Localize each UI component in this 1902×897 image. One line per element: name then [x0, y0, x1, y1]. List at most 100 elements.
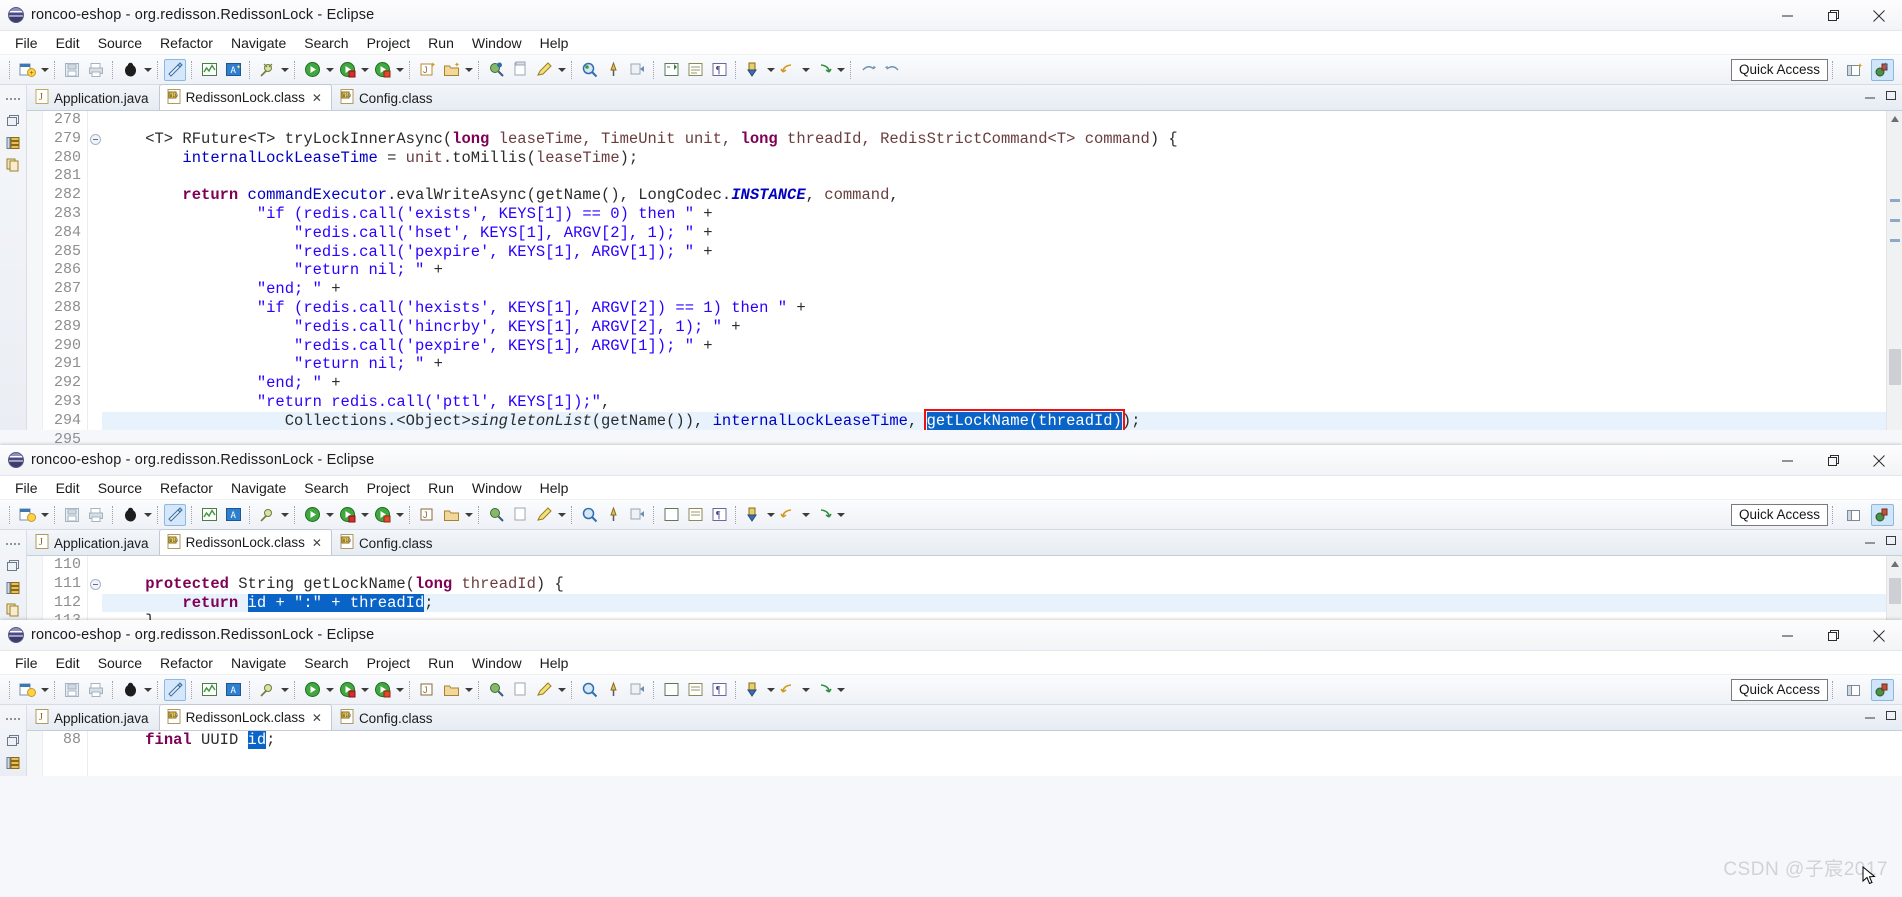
code-line[interactable]: "redis.call('pexpire', KEYS[1], ARGV[1])… — [102, 337, 1886, 356]
next-annotation-icon[interactable] — [626, 679, 648, 701]
annotation-icon[interactable]: A ✦ — [222, 59, 244, 81]
new-wizard-dropdown-icon[interactable] — [39, 59, 50, 81]
maximize-view-icon[interactable] — [1885, 533, 1898, 551]
menu-run[interactable]: Run — [419, 33, 463, 53]
external-tools-dropdown-icon[interactable] — [279, 59, 290, 81]
scroll-up-icon[interactable] — [1887, 556, 1902, 572]
scroll-up-icon[interactable] — [1887, 111, 1902, 127]
folding-ruler-top[interactable] — [87, 111, 102, 430]
copy-view-icon[interactable] — [2, 154, 25, 175]
annotation-ruler-bottom[interactable] — [27, 731, 43, 776]
last-edit-location-icon[interactable] — [742, 679, 764, 701]
edit-marker-dropdown-icon[interactable] — [556, 59, 567, 81]
package-explorer-icon[interactable] — [2, 752, 25, 773]
code-line[interactable]: "redis.call('hset', KEYS[1], ARGV[2], 1)… — [102, 224, 1886, 243]
save-icon[interactable] — [61, 59, 83, 81]
copy-view-icon[interactable] — [2, 599, 25, 620]
back-icon[interactable] — [777, 679, 799, 701]
last-edit-dropdown-icon[interactable] — [765, 679, 776, 701]
close-icon[interactable]: ✕ — [312, 711, 322, 725]
run-dropdown-icon[interactable] — [324, 504, 335, 526]
menu-file[interactable]: File — [6, 653, 47, 673]
show-console-icon[interactable] — [660, 679, 682, 701]
run-icon[interactable] — [301, 59, 323, 81]
edit-marker-dropdown-icon[interactable] — [556, 679, 567, 701]
new-java-dropdown-icon[interactable] — [463, 504, 474, 526]
show-outline-icon[interactable] — [684, 504, 706, 526]
new-java-project-icon[interactable]: J — [416, 679, 438, 701]
restore-view-icon[interactable] — [2, 730, 25, 751]
run-dropdown-icon[interactable] — [324, 679, 335, 701]
show-outline-icon[interactable] — [684, 679, 706, 701]
restore-button[interactable] — [1810, 0, 1856, 31]
restore-button[interactable] — [1810, 445, 1856, 476]
menu-edit[interactable]: Edit — [47, 478, 89, 498]
coverage-icon[interactable] — [371, 679, 393, 701]
forward-icon[interactable] — [812, 504, 834, 526]
debug-last-icon[interactable] — [119, 504, 141, 526]
new-wizard-dropdown-icon[interactable] — [39, 679, 50, 701]
edit-marker-dropdown-icon[interactable] — [556, 504, 567, 526]
menu-window[interactable]: Window — [463, 33, 531, 53]
annotation-ruler-top[interactable] — [27, 111, 43, 430]
package-explorer-icon[interactable] — [2, 132, 25, 153]
debug-run-icon[interactable] — [336, 59, 358, 81]
open-perspective-icon[interactable] — [1843, 679, 1866, 701]
minimize-button[interactable] — [1764, 0, 1810, 31]
minimize-view-icon[interactable] — [1864, 88, 1877, 106]
debug-run-icon[interactable] — [336, 504, 358, 526]
new-java-project-icon[interactable]: J ✦ — [416, 59, 438, 81]
external-tools-icon[interactable] — [256, 679, 278, 701]
toggle-breadcrumb-icon[interactable] — [164, 58, 186, 81]
debug-dropdown-icon[interactable] — [142, 679, 153, 701]
code-line[interactable]: "redis.call('pexpire', KEYS[1], ARGV[1])… — [102, 243, 1886, 262]
debug-dropdown-icon[interactable] — [142, 504, 153, 526]
folding-ruler-bottom[interactable] — [87, 731, 102, 776]
pin-editor-icon[interactable] — [602, 504, 624, 526]
annotation-icon[interactable]: A — [222, 504, 244, 526]
code-editor-bottom[interactable]: 88 final UUID id; — [27, 731, 1902, 776]
menu-project[interactable]: Project — [358, 33, 420, 53]
menu-window[interactable]: Window — [463, 478, 531, 498]
code-editor-top[interactable]: 278 279 280 281 282 283 284 285 286 287 288 289 290 2… — [27, 111, 1902, 448]
code-line[interactable]: Collections.<Object>singletonList(getNam… — [102, 408, 1886, 430]
code-line[interactable]: "end; " + — [102, 374, 1886, 393]
new-wizard-icon[interactable] — [16, 679, 38, 701]
menu-refactor[interactable]: Refactor — [151, 478, 222, 498]
quick-access-input[interactable]: Quick Access — [1730, 59, 1828, 81]
edit-marker-icon[interactable] — [533, 504, 555, 526]
edit-marker-icon[interactable] — [533, 59, 555, 81]
last-edit-dropdown-icon[interactable] — [765, 504, 776, 526]
editor-tab-config-class[interactable]: 010 Config.class — [332, 530, 443, 555]
last-edit-dropdown-icon[interactable] — [765, 59, 776, 81]
forward-dropdown-icon[interactable] — [835, 59, 846, 81]
external-tools-dropdown-icon[interactable] — [279, 504, 290, 526]
close-button[interactable] — [1856, 0, 1902, 31]
new-wizard-icon[interactable] — [16, 504, 38, 526]
forward-icon[interactable] — [812, 59, 834, 81]
print-icon[interactable] — [85, 679, 107, 701]
run-icon[interactable] — [301, 679, 323, 701]
search-icon[interactable] — [578, 59, 600, 81]
code-lines-top[interactable]: <T> RFuture<T> tryLockInnerAsync(long le… — [102, 111, 1886, 430]
external-tools-dropdown-icon[interactable] — [279, 679, 290, 701]
new-java-package-icon[interactable] — [440, 504, 462, 526]
rail-drag-handle-icon[interactable] — [2, 88, 25, 109]
editor-tab-application-java[interactable]: J Application.java — [27, 85, 159, 110]
menu-help[interactable]: Help — [531, 478, 578, 498]
menu-help[interactable]: Help — [531, 653, 578, 673]
maximize-view-icon[interactable] — [1885, 708, 1898, 726]
debug-run-dropdown-icon[interactable] — [359, 504, 370, 526]
show-properties-icon[interactable]: ¶ — [708, 59, 730, 81]
java-perspective-icon[interactable] — [1871, 504, 1894, 526]
code-line[interactable]: return commandExecutor.evalWriteAsync(ge… — [102, 186, 1886, 205]
menu-search[interactable]: Search — [295, 653, 357, 673]
minimize-view-icon[interactable] — [1864, 708, 1877, 726]
debug-last-icon[interactable] — [119, 679, 141, 701]
new-java-package-icon[interactable] — [440, 679, 462, 701]
fold-collapse-icon[interactable] — [90, 578, 101, 590]
run-dropdown-icon[interactable] — [324, 59, 335, 81]
open-resource-icon[interactable] — [509, 504, 531, 526]
java-perspective-icon[interactable] — [1871, 59, 1894, 81]
editor-tab-redissonlock-class[interactable]: 010 RedissonLock.class ✕ — [158, 529, 332, 555]
